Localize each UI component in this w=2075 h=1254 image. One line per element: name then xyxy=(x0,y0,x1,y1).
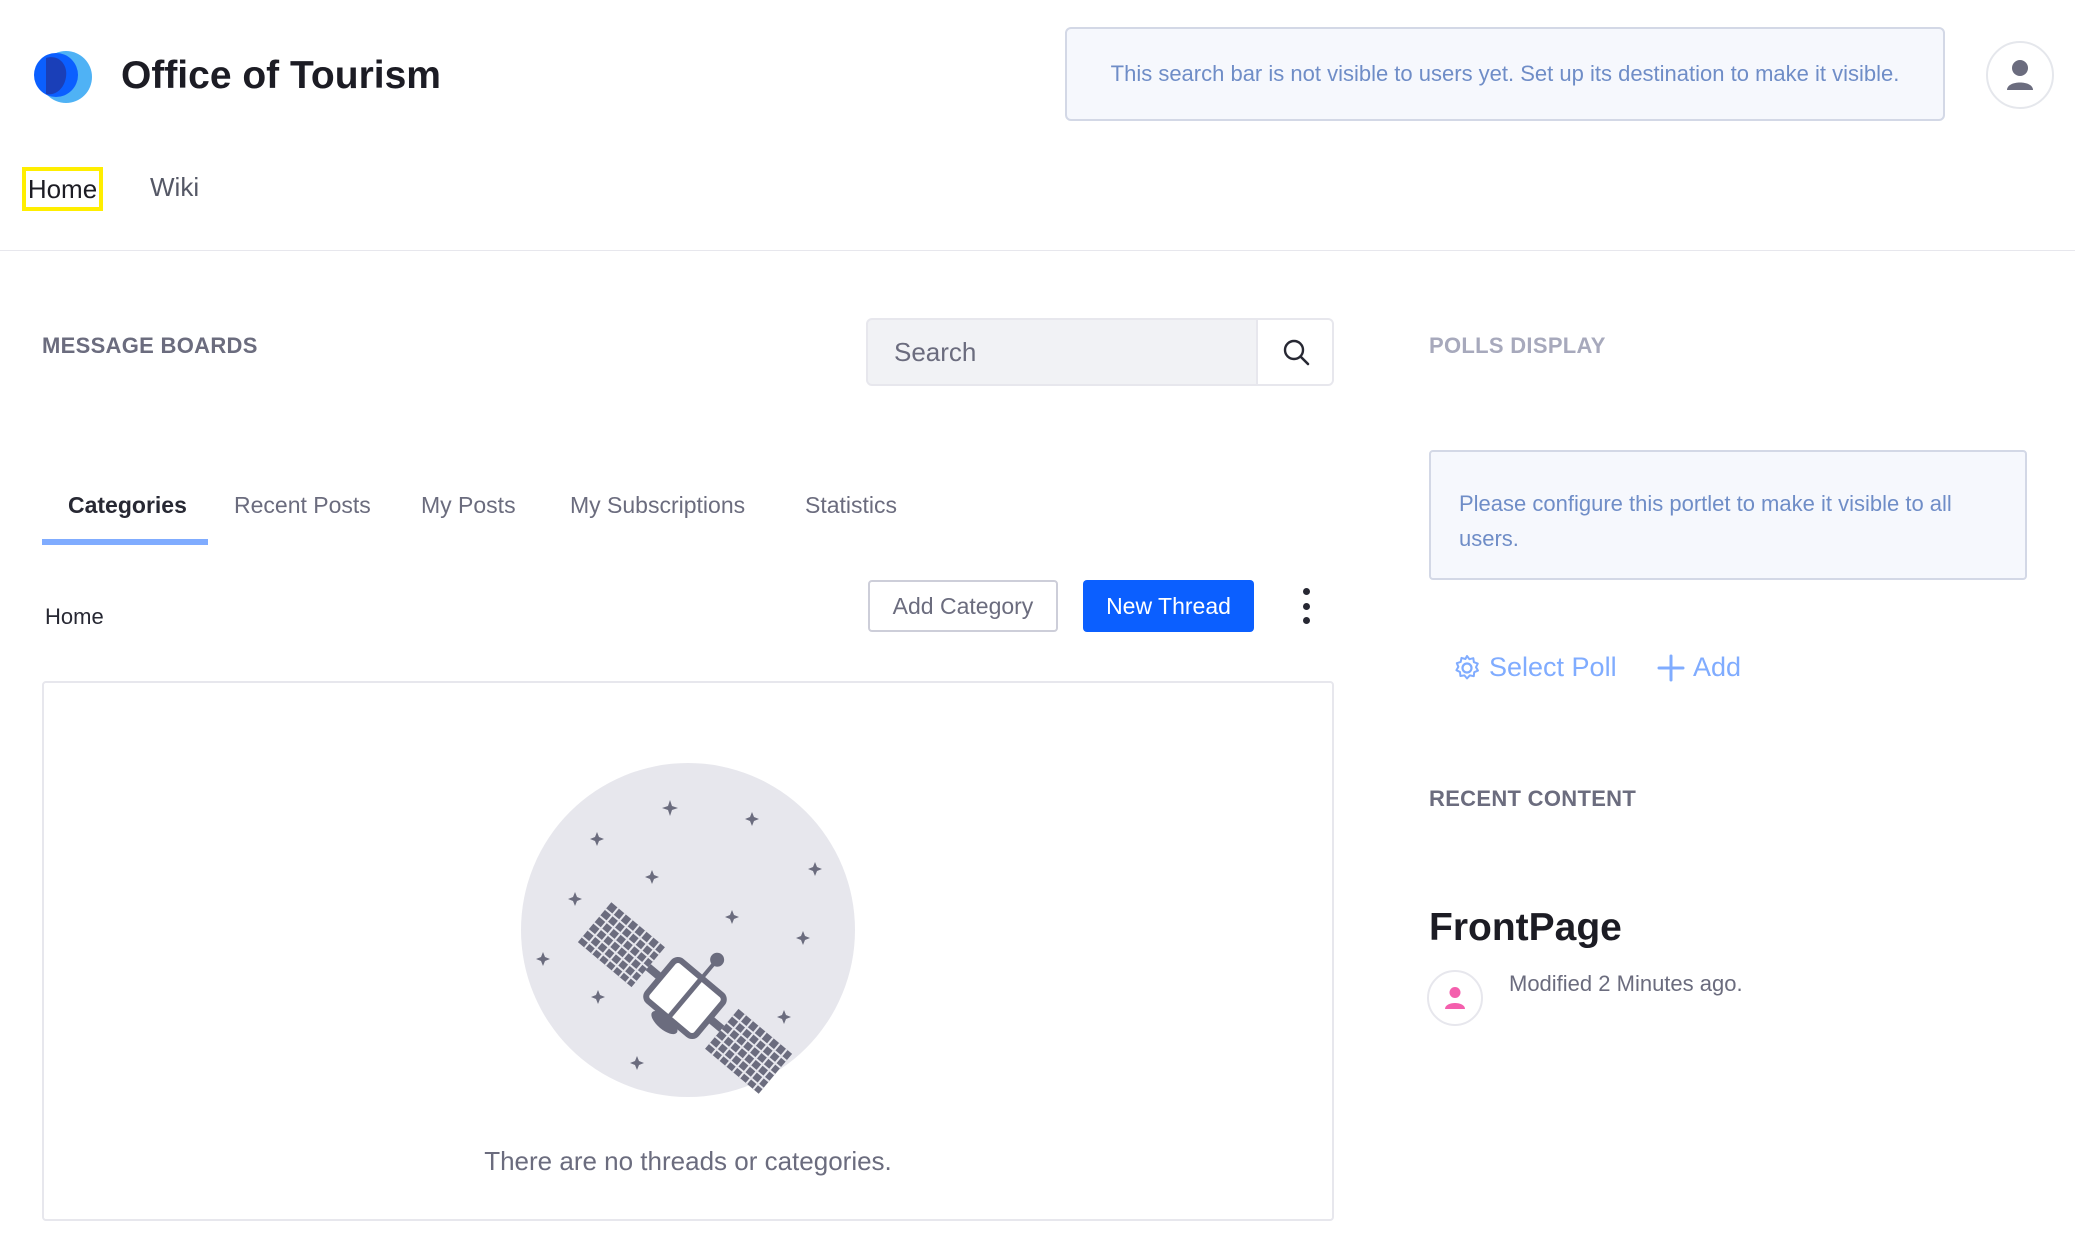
user-menu-button[interactable] xyxy=(1986,41,2054,109)
tab-statistics[interactable]: Statistics xyxy=(805,492,897,519)
plus-icon xyxy=(1657,654,1685,681)
header-divider xyxy=(0,250,2075,251)
new-thread-button[interactable]: New Thread xyxy=(1083,580,1254,632)
site-title[interactable]: Office of Tourism xyxy=(121,54,441,98)
empty-state-message: There are no threads or categories. xyxy=(484,1146,892,1176)
polls-configure-notice: Please configure this portlet to make it… xyxy=(1429,450,2027,580)
recent-content-modified: Modified 2 Minutes ago. xyxy=(1509,971,1743,996)
tab-my-subscriptions[interactable]: My Subscriptions xyxy=(570,492,745,519)
site-logo[interactable] xyxy=(28,44,94,110)
recent-content-title: RECENT CONTENT xyxy=(1429,786,1637,811)
tab-recent-posts[interactable]: Recent Posts xyxy=(234,492,371,519)
search-input[interactable] xyxy=(868,320,1256,384)
active-tab-indicator xyxy=(42,539,208,545)
nav-item-home[interactable]: Home xyxy=(22,167,103,211)
add-category-button[interactable]: Add Category xyxy=(868,580,1058,632)
polls-display-title: POLLS DISPLAY xyxy=(1429,333,1606,358)
nav-item-wiki[interactable]: Wiki xyxy=(150,172,199,203)
gear-icon xyxy=(1455,654,1479,679)
avatar xyxy=(1427,970,1483,1026)
select-poll-button[interactable]: Select Poll xyxy=(1453,652,1617,683)
message-boards-title: MESSAGE BOARDS xyxy=(42,333,258,358)
satellite-empty-state-icon xyxy=(521,763,855,1097)
recent-content-item-title[interactable]: FrontPage xyxy=(1429,906,1622,950)
tab-categories[interactable]: Categories xyxy=(68,492,187,519)
user-icon xyxy=(1445,987,1465,1009)
breadcrumb[interactable]: Home xyxy=(45,604,104,630)
select-poll-label: Select Poll xyxy=(1489,652,1617,682)
message-boards-search xyxy=(866,318,1334,386)
search-icon xyxy=(1283,339,1310,366)
search-bar-notice: This search bar is not visible to users … xyxy=(1065,27,1945,121)
add-poll-button[interactable]: Add xyxy=(1657,652,1741,683)
user-icon xyxy=(2007,60,2033,90)
more-options-icon[interactable] xyxy=(1296,588,1316,624)
search-button[interactable] xyxy=(1256,320,1332,384)
add-poll-label: Add xyxy=(1693,652,1742,682)
tab-my-posts[interactable]: My Posts xyxy=(421,492,516,519)
